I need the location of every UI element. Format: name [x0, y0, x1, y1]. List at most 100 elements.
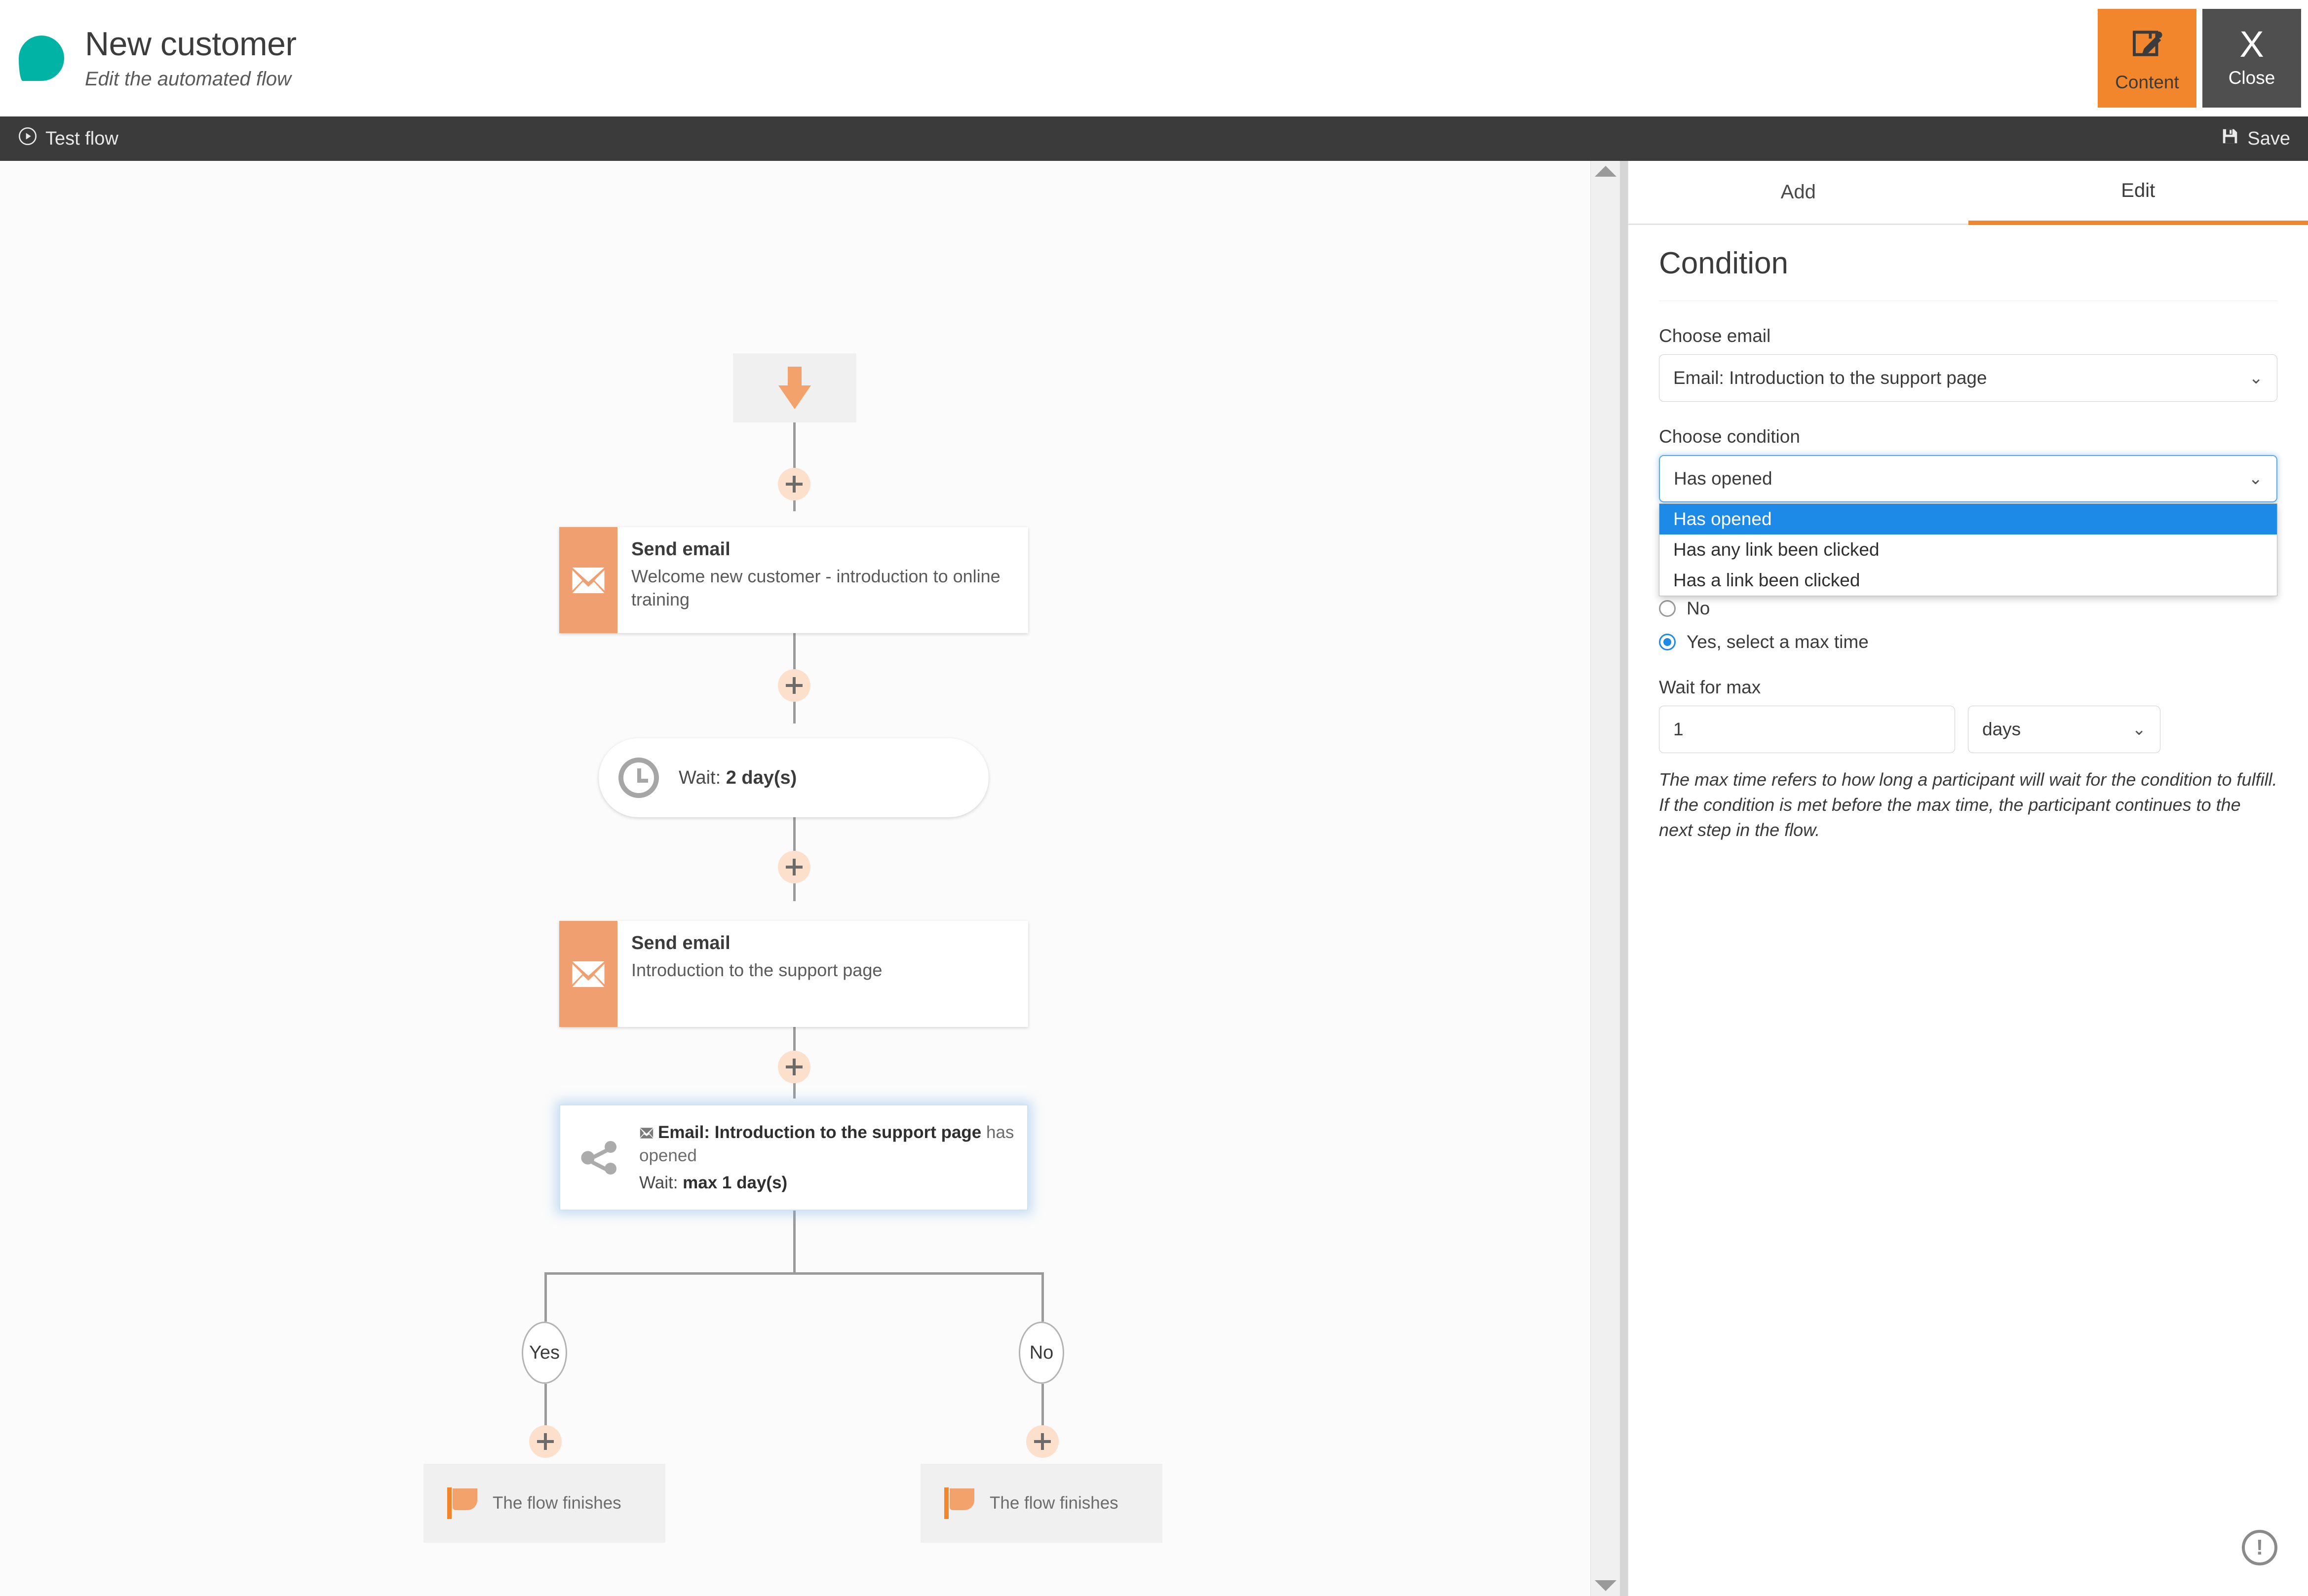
flow-canvas[interactable]: Send email Welcome new customer - introd…	[0, 161, 1590, 1596]
panel-tabs: Add Edit	[1628, 161, 2308, 225]
brand: New customer Edit the automated flow	[0, 0, 297, 116]
branch-label-no[interactable]: No	[1019, 1322, 1064, 1384]
triangle-up-icon[interactable]	[1594, 166, 1616, 177]
choose-email-label: Choose email	[1659, 326, 1771, 346]
node-subtitle: Welcome new customer - introduction to o…	[631, 566, 1000, 610]
add-step-yes-branch[interactable]	[529, 1425, 562, 1458]
envelope-icon	[639, 1122, 654, 1139]
node-title: Send email	[631, 539, 731, 560]
x-icon: X	[2239, 23, 2264, 65]
choose-condition-select[interactable]: Has opened ⌄	[1659, 455, 2277, 502]
add-step-after-start[interactable]	[778, 468, 810, 500]
chevron-down-icon: ⌄	[2248, 469, 2263, 488]
radio-row-yes[interactable]: Yes, select a max time	[1659, 632, 2277, 652]
flow-node-send-email-1[interactable]: Send email Welcome new customer - introd…	[559, 527, 1028, 633]
close-button[interactable]: X Close	[2202, 9, 2301, 108]
dropdown-option-a-link-clicked[interactable]: Has a link been clicked	[1659, 565, 2277, 596]
flow-node-wait[interactable]: Wait: 2 day(s)	[599, 738, 989, 817]
end-node-label: The flow finishes	[990, 1493, 1118, 1513]
tab-add[interactable]: Add	[1628, 161, 1968, 225]
wait-value: 2 day(s)	[726, 767, 797, 788]
content-button-label: Content	[2115, 72, 2179, 92]
page-subtitle: Edit the automated flow	[85, 68, 292, 90]
envelope-icon	[559, 527, 617, 633]
add-step-after-email-2[interactable]	[778, 1051, 810, 1083]
condition-node-text: Email: Introduction to the support page …	[639, 1121, 1027, 1195]
close-button-label: Close	[2228, 68, 2275, 88]
flag-icon	[447, 1487, 478, 1519]
flow-node-text: Send email Welcome new customer - introd…	[617, 527, 1028, 633]
add-step-no-branch[interactable]	[1026, 1425, 1059, 1458]
flow-node-end-no[interactable]: The flow finishes	[921, 1464, 1162, 1543]
choose-email-value: Email: Introduction to the support page	[1673, 368, 1987, 388]
flow-start-node[interactable]	[733, 353, 856, 422]
add-step-after-wait[interactable]	[778, 851, 810, 883]
flow-node-end-yes[interactable]: The flow finishes	[423, 1464, 665, 1543]
floppy-disk-icon	[2221, 127, 2239, 151]
panel-title: Condition	[1659, 246, 2277, 301]
wait-for-max-row: days ⌄	[1659, 706, 2277, 753]
tab-edit-label: Edit	[2121, 180, 2155, 201]
canvas-scrollbar[interactable]	[1590, 161, 1620, 1596]
save-button[interactable]: Save	[2221, 127, 2290, 151]
choose-email-select[interactable]: Email: Introduction to the support page …	[1659, 354, 2277, 402]
header-actions: Content X Close	[2098, 9, 2308, 108]
condition-description: Email: Introduction to the support page …	[639, 1121, 1014, 1168]
condition-email-name: Email: Introduction to the support page	[658, 1122, 982, 1142]
flow-diagram: Send email Welcome new customer - introd…	[0, 161, 1590, 1596]
flow-node-send-email-2[interactable]: Send email Introduction to the support p…	[559, 921, 1028, 1027]
branch-yes-text: Yes	[529, 1342, 560, 1363]
radio-no[interactable]	[1659, 600, 1676, 617]
wait-node-text: Wait: 2 day(s)	[679, 767, 797, 789]
dropdown-option-has-opened[interactable]: Has opened	[1659, 504, 2277, 534]
dropdown-option-any-link-clicked[interactable]: Has any link been clicked	[1659, 534, 2277, 565]
choose-condition-dropdown: Has opened Has any link been clicked Has…	[1659, 503, 2277, 596]
node-subtitle: Introduction to the support page	[631, 959, 883, 980]
wait-for-max-input[interactable]	[1659, 706, 1955, 753]
branch-no-text: No	[1029, 1342, 1054, 1363]
content-button[interactable]: Content	[2098, 9, 2196, 108]
scroll-gutter	[1620, 161, 1628, 1596]
speech-bubble-logo	[19, 36, 64, 81]
test-flow-label: Test flow	[45, 128, 118, 149]
wait-for-max-label: Wait for max	[1659, 677, 1761, 697]
wait-unit-select[interactable]: days ⌄	[1968, 706, 2160, 753]
app-header: New customer Edit the automated flow Con…	[0, 0, 2308, 116]
condition-wait-value: max 1 day(s)	[683, 1173, 788, 1193]
radio-yes-max-time[interactable]	[1659, 634, 1676, 650]
connector-line	[793, 1205, 796, 1274]
play-circle-icon	[18, 126, 38, 151]
flow-node-condition[interactable]: Email: Introduction to the support page …	[559, 1104, 1028, 1211]
tab-edit[interactable]: Edit	[1968, 161, 2308, 225]
dropdown-option-label: Has opened	[1673, 509, 1772, 529]
test-flow-button[interactable]: Test flow	[18, 126, 118, 151]
add-step-after-email-1[interactable]	[778, 669, 810, 702]
connector-line	[544, 1272, 1044, 1275]
flow-node-text: Send email Introduction to the support p…	[617, 921, 896, 1027]
condition-wait-prefix: Wait:	[639, 1173, 683, 1193]
choose-condition-wrap: Has opened ⌄ Has opened Has any link bee…	[1659, 455, 2277, 596]
panel-body: Condition Choose email Email: Introducti…	[1628, 225, 2308, 842]
end-node-label: The flow finishes	[493, 1493, 621, 1513]
clock-icon	[618, 758, 659, 798]
envelope-icon	[559, 921, 617, 1027]
share-nodes-icon	[560, 1134, 639, 1181]
choose-condition-value: Has opened	[1674, 468, 1772, 489]
pencil-square-icon	[2128, 24, 2166, 65]
exclamation-circle-icon[interactable]: !	[2242, 1530, 2277, 1565]
triangle-down-icon[interactable]	[1594, 1580, 1616, 1591]
edit-panel: Add Edit Condition Choose email Email: I…	[1628, 161, 2308, 1596]
chevron-down-icon: ⌄	[2249, 369, 2264, 387]
page-title: New customer	[85, 25, 297, 63]
dropdown-option-label: Has a link been clicked	[1673, 570, 1860, 590]
wait-prefix: Wait:	[679, 767, 726, 788]
dropdown-option-label: Has any link been clicked	[1673, 539, 1880, 560]
max-time-help-text: The max time refers to how long a partic…	[1659, 769, 2277, 840]
connector-line	[1041, 1272, 1044, 1322]
brand-text: New customer Edit the automated flow	[85, 25, 297, 90]
connector-line	[544, 1272, 547, 1322]
save-label: Save	[2247, 128, 2290, 149]
radio-row-no[interactable]: No	[1659, 598, 2277, 619]
chevron-down-icon: ⌄	[2132, 720, 2147, 739]
branch-label-yes[interactable]: Yes	[522, 1322, 567, 1384]
